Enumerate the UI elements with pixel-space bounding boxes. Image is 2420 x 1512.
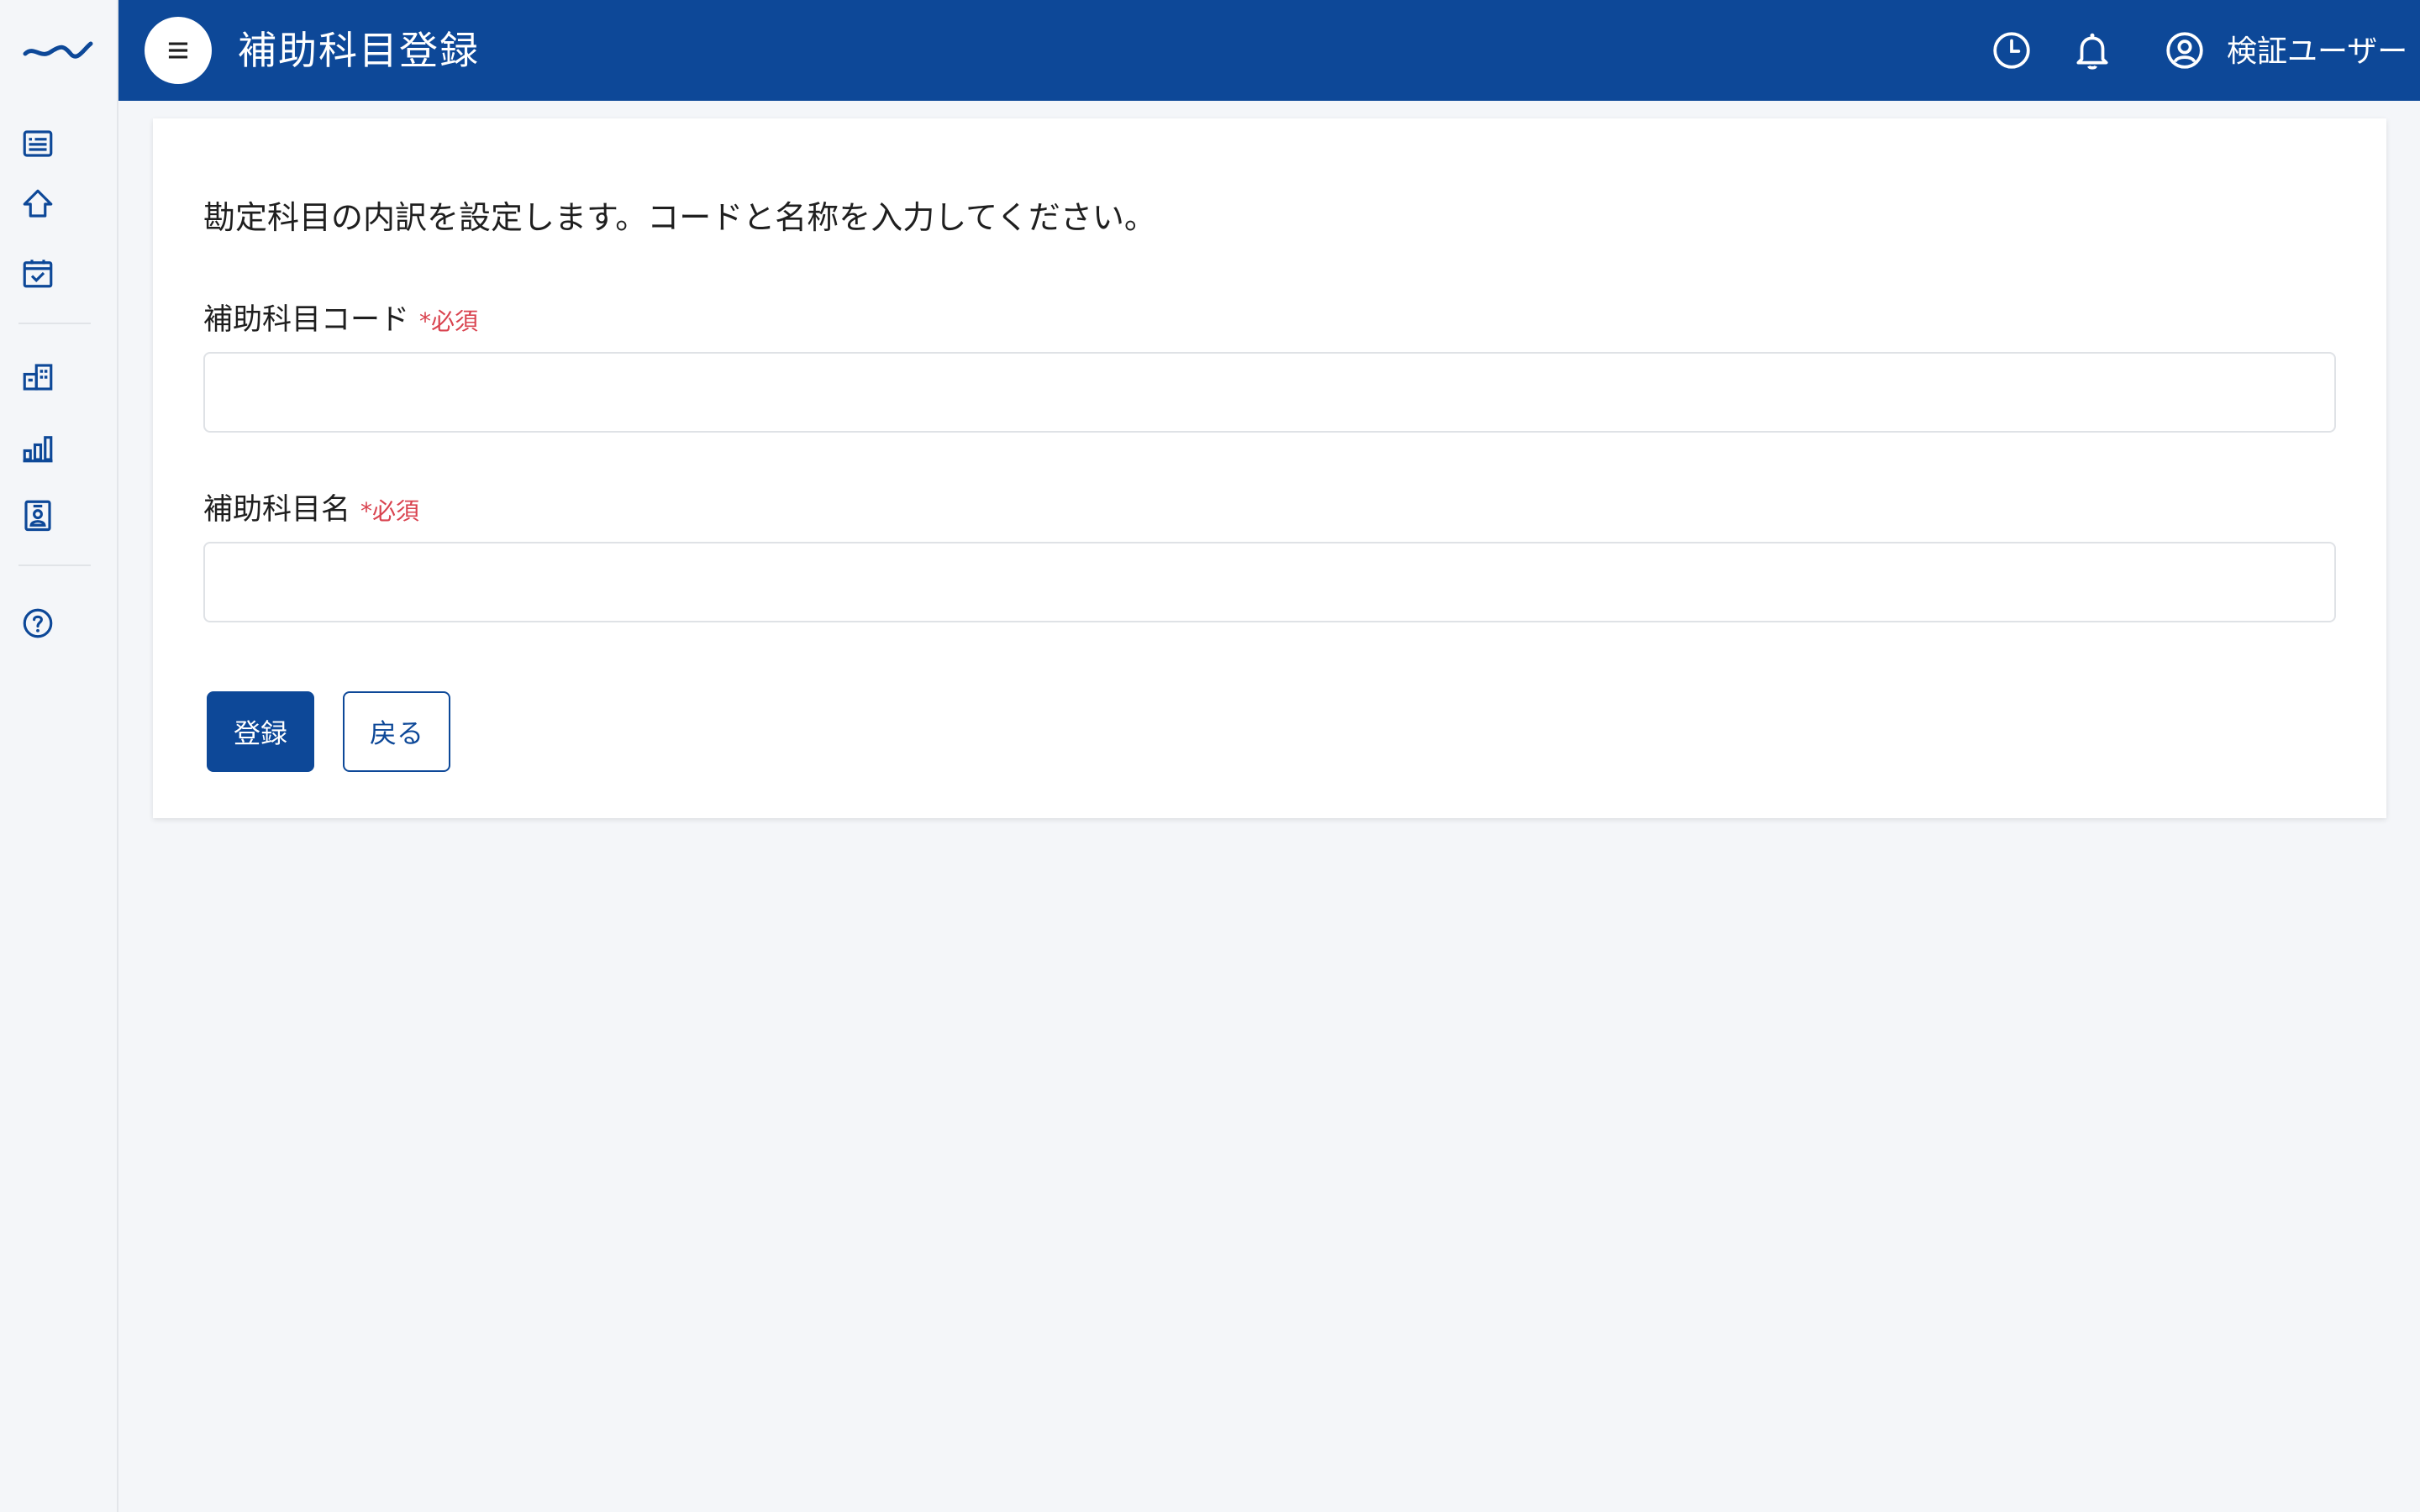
bell-icon[interactable] [2067,25,2118,76]
form-description: 勘定科目の内訳を設定します。コードと名称を入力してください。 [203,199,1156,236]
name-input[interactable] [203,542,2336,622]
id-badge-icon[interactable] [17,494,59,536]
hamburger-menu-icon[interactable] [145,17,212,84]
bar-chart-icon[interactable] [17,427,59,469]
list-icon[interactable] [17,123,59,165]
required-marker: *必須 [360,497,420,525]
user-name[interactable]: 検証ユーザー [2227,32,2407,72]
help-circle-icon[interactable] [17,602,59,644]
form-card: 勘定科目の内訳を設定します。コードと名称を入力してください。 補助科目コード *必… [153,118,2386,818]
home-icon[interactable] [17,183,59,225]
calendar-check-icon[interactable] [17,252,59,294]
sidebar [0,0,118,1512]
clock-icon[interactable] [1986,25,2037,76]
wave-logo-icon[interactable] [22,37,94,60]
required-marker: *必須 [419,307,479,335]
register-button[interactable]: 登録 [207,691,314,772]
user-circle-icon[interactable] [2160,25,2210,76]
code-input[interactable] [203,352,2336,433]
page-title: 補助科目登録 [238,28,480,73]
name-field-label: 補助科目名 *必須 [203,490,419,532]
sidebar-divider [18,323,91,324]
sidebar-divider [18,564,91,566]
app-header: 補助科目登録 検証ユーザー [118,0,2420,101]
building-icon[interactable] [17,356,59,398]
code-field-label: 補助科目コード *必須 [203,300,478,342]
name-label-text: 補助科目名 [203,493,351,527]
back-button[interactable]: 戻る [343,691,450,772]
code-label-text: 補助科目コード [203,303,410,337]
